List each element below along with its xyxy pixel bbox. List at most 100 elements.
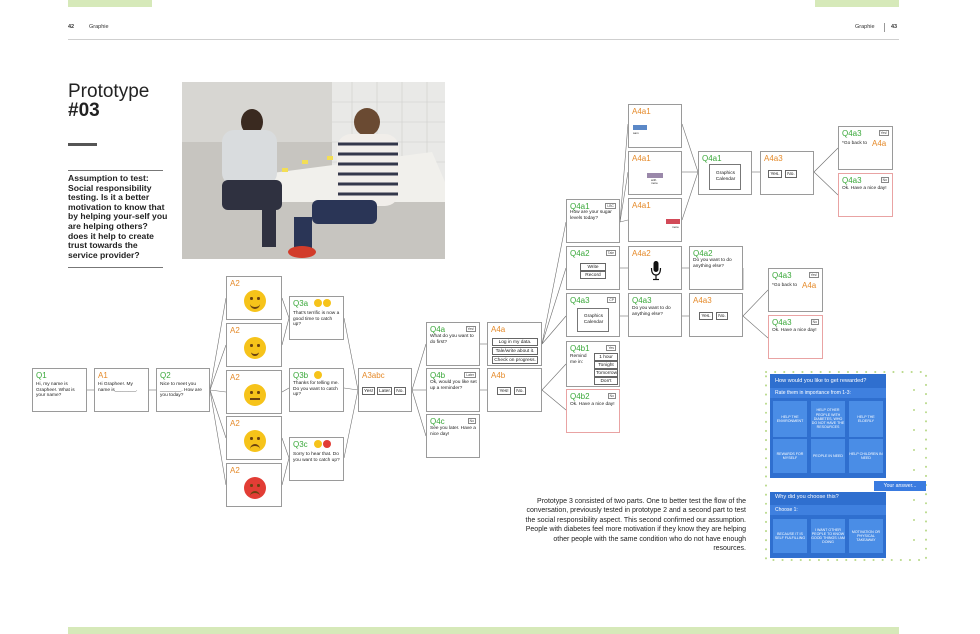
card-end-top-yes-label: Q4a3 [842, 129, 862, 138]
graphics-calendar-widget[interactable]: Graphics Calendar [577, 308, 609, 332]
your-answer-input[interactable]: Your answer... [874, 481, 926, 491]
card-q4a-text: What do you want to do first? [430, 334, 474, 345]
go-back-link[interactable]: A4a [802, 281, 816, 290]
option-help-elderly[interactable]: HELP THE ELDERLY [849, 401, 883, 437]
card-a4a3-mid-label: A4a3 [693, 296, 712, 305]
card-a4a3-top: A4a3 Yes. No. [760, 151, 814, 195]
tale-write-button[interactable]: Tale/write about it. [492, 347, 538, 355]
later-button[interactable]: Later. [377, 387, 392, 395]
log-in-data-button[interactable]: Log in my data. [492, 338, 538, 346]
card-q4a1-calendar: Q4a1 Graphics Calendar [698, 151, 752, 195]
microphone-icon[interactable] [650, 261, 662, 281]
write-button[interactable]: Write [580, 263, 606, 271]
card-q4c-label: Q4c [430, 417, 445, 426]
choose-subheader: Choose 1: [770, 505, 886, 515]
card-q3b: Q3b Thanks for telling me. Do you want t… [289, 368, 344, 412]
big-smile-emoji-icon [323, 299, 331, 307]
card-q4a3-label: Q4a3 [570, 296, 590, 305]
why-option-others-know[interactable]: I WANT OTHER PEOPLE TO KNOW GOOD THINGS … [811, 519, 845, 553]
card-q3a: Q3a That's terrific is now a good time t… [289, 296, 344, 340]
card-end-top-no: Q4a3 No Ok. Have a nice day! [838, 173, 893, 217]
no-button[interactable]: No. [785, 170, 797, 178]
yes-button[interactable]: Yes! [497, 387, 511, 395]
check-progress-button[interactable]: Check on progress. [492, 356, 538, 364]
card-q3c: Q3c Sorry to hear that. Do you want to c… [289, 437, 344, 481]
card-a3abc: A3abc Yes! Later. No. [358, 368, 412, 412]
option-help-children[interactable]: HELP CHILDREN IN NEED [849, 439, 883, 473]
why-option-self-fulfilling[interactable]: BECAUSE IT IS SELF FULFILLING [773, 519, 807, 553]
card-end-mid-no: Q4a3 No Ok. Have a nice day! [768, 315, 823, 359]
option-help-environment[interactable]: HELP THE ENVIRONMENT [773, 401, 807, 437]
no-button[interactable]: No. [514, 387, 526, 395]
neutral-face-icon [244, 384, 266, 406]
card-a2-label: A2 [230, 419, 240, 428]
yes-button[interactable]: Yes. [768, 170, 782, 178]
card-a4a1-sugar-low: A4a1 sam [628, 104, 682, 148]
yes-button[interactable]: Yes. [699, 312, 713, 320]
card-q4b2: Q4b2 No Ok. Have a nice day! [566, 389, 620, 433]
card-end-top-no-tag: No [880, 177, 889, 183]
tomorrow-button[interactable]: Tomorrow [594, 369, 618, 377]
no-button[interactable]: No. [716, 312, 728, 320]
card-a1-label: A1 [98, 371, 108, 380]
card-a4a1-label: A4a1 [632, 201, 651, 210]
record-button[interactable]: Record [580, 271, 606, 279]
card-a1-text: Hi Graphee!. My name is________. [98, 382, 138, 393]
card-q1: Q1 Hi, my name is Graphee!. What is your… [32, 368, 87, 412]
card-q4a2-tag: Tale [605, 250, 616, 256]
card-q4a: Q4a Yes! What do you want to do first? [426, 322, 480, 366]
sugar-level-bar [666, 219, 680, 224]
one-hour-button[interactable]: 1 hour [594, 353, 618, 361]
reward-survey-title: How would you like to get rewarded? [775, 378, 867, 384]
sugar-level-caption: more [672, 225, 679, 229]
card-a4a: A4a Log in my data. Tale/write about it.… [487, 322, 542, 366]
card-q4c-tag: No [467, 418, 476, 424]
go-back-link[interactable]: A4a [872, 139, 886, 148]
card-q4a2b-label: Q4a2 [693, 249, 713, 258]
why-option-motivation[interactable]: MOTIVATION OR PHYSICAL TAKEAWAY [849, 519, 883, 553]
card-q4b-tag: Later [464, 372, 476, 378]
card-a4a1-sugar-mid: A4a1 with more [628, 151, 682, 195]
sugar-level-caption: with more [651, 178, 658, 186]
graphics-calendar-text: Graphics Calendar [583, 314, 604, 325]
card-q4b2-tag: No [607, 393, 616, 399]
yes-button[interactable]: Yes! [362, 387, 375, 395]
card-q1-text: Hi, my name is Graphee!. What is your na… [36, 382, 75, 399]
card-q4a2b-text: Do you want to do anything else? [693, 258, 732, 269]
card-end-mid-yes-label: Q4a3 [772, 271, 792, 280]
card-a4a1-sugar-high: A4a1 more [628, 198, 682, 242]
no-button[interactable]: No. [394, 387, 406, 395]
tonight-button[interactable]: Tonight [594, 361, 618, 369]
card-q4a3-tag: CP [607, 297, 616, 303]
card-q4a-label: Q4a [430, 325, 446, 334]
card-a2-label: A2 [230, 373, 240, 382]
card-a3abc-label: A3abc [362, 371, 385, 380]
sugar-level-bar [633, 125, 647, 130]
rate-subheader: Rate them in importance from 1-3: [770, 388, 886, 398]
card-q4a3b-text: Do you want to do anything else? [632, 306, 671, 317]
card-a2-good: A2 [226, 323, 282, 367]
card-a2-sad: A2 [226, 416, 282, 460]
card-q4b2-text: Ok. Have a nice day! [570, 402, 615, 407]
card-q4b1: Q4b1 Yes Remind me in: 1 hour Tonight To… [566, 341, 620, 387]
card-q4c: Q4c No See you later. Have a nice day! [426, 414, 480, 458]
card-q4b-text: Ok, would you like set up a reminder? [430, 380, 477, 391]
happy-face-icon [244, 337, 266, 359]
card-q4a1-tag: LBC [605, 203, 616, 209]
option-help-diabetes[interactable]: HELP OTHER PEOPLE WITH DIABETES, WHO DO … [811, 401, 845, 437]
card-end-mid-yes-tag: Yes! [808, 272, 819, 278]
card-q4b1-label: Q4b1 [570, 344, 590, 353]
option-people-in-need[interactable]: PEOPLE IN NEED [811, 439, 845, 473]
sugar-level-caption: sam [633, 131, 639, 135]
card-a2-label: A2 [230, 279, 240, 288]
card-q4a3b-label: Q4a3 [632, 296, 652, 305]
card-a4b-label: A4b [491, 371, 506, 380]
graphics-calendar-widget[interactable]: Graphics Calendar [709, 164, 741, 190]
reward-survey-panel: How would you like to get rewarded? Rate… [770, 374, 886, 478]
angry-emoji-icon [323, 440, 331, 448]
card-q1-label: Q1 [36, 371, 47, 380]
option-rewards-myself[interactable]: REWARDS FOR MYSELF [773, 439, 807, 473]
card-q3a-text: That's terrific is now a good time to ca… [293, 311, 340, 328]
dont-button[interactable]: Don't [594, 377, 618, 385]
choose-title: Choose 1: [775, 507, 798, 513]
